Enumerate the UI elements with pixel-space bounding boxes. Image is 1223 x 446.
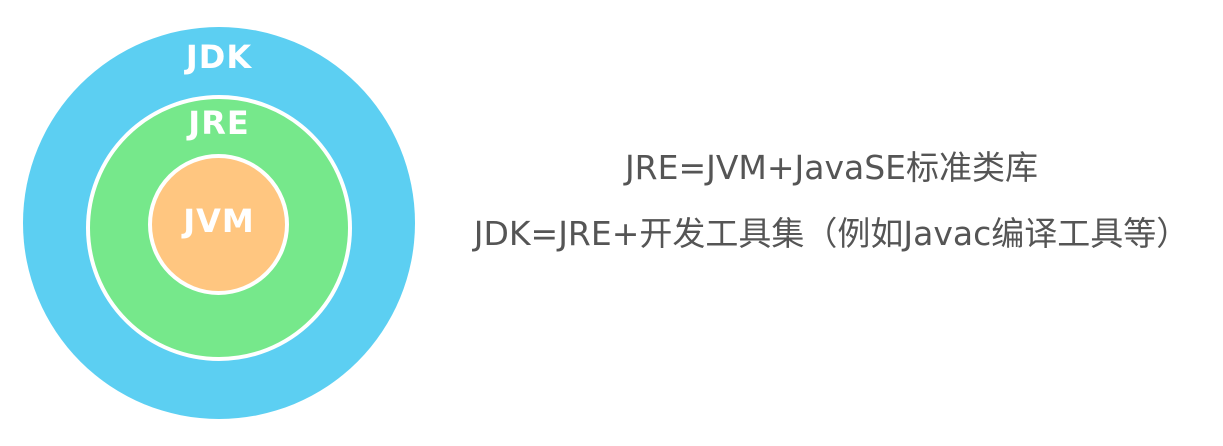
- definition-text-block: JRE=JVM+JavaSE标准类库 JDK=JRE+开发工具集（例如Javac…: [440, 140, 1223, 254]
- jvm-label: JVM: [183, 202, 255, 240]
- jdk-definition: JDK=JRE+开发工具集（例如Javac编译工具等）: [473, 214, 1190, 253]
- nested-circles-diagram: JDK JRE JVM: [0, 0, 440, 446]
- jre-label: JRE: [188, 104, 250, 142]
- jdk-label: JDK: [185, 38, 253, 76]
- jre-definition: JRE=JVM+JavaSE标准类库: [624, 148, 1039, 187]
